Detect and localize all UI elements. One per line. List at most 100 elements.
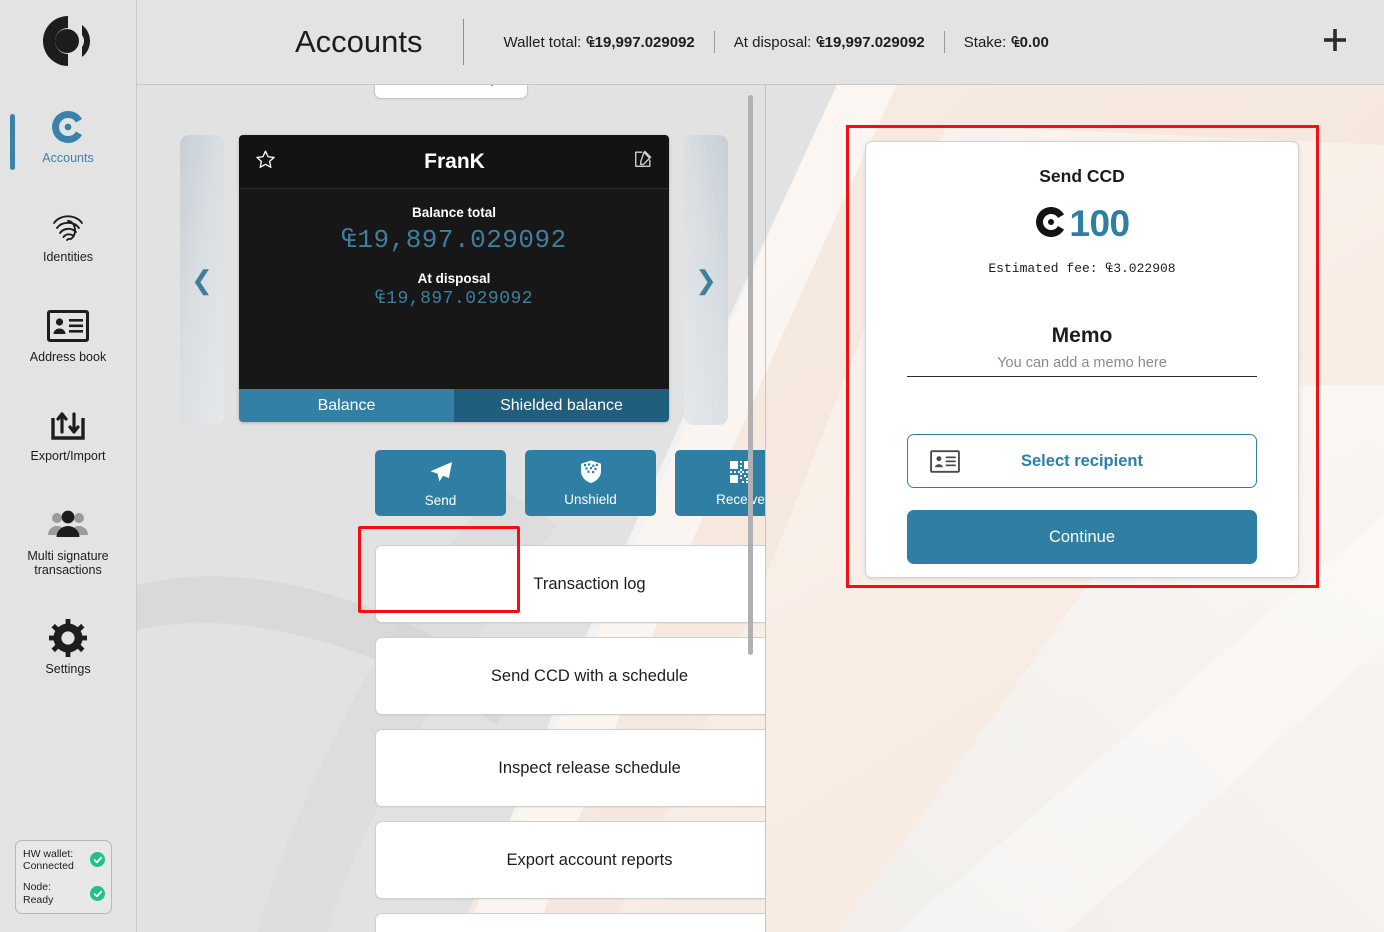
account-options-list: Transaction log Send CCD with a schedule… — [375, 545, 765, 932]
balance-tabs: Balance Shielded balance — [239, 389, 669, 422]
sidebar-item-export-import[interactable]: Export/Import — [0, 398, 136, 469]
sidebar-item-label: Export/Import — [30, 449, 106, 464]
export-account-reports-button[interactable]: Export account reports — [375, 821, 765, 899]
account-pane-scrollbar[interactable] — [748, 95, 753, 655]
unshield-button[interactable]: Unshield — [525, 450, 656, 516]
accounts-c-icon — [48, 106, 88, 148]
people-group-icon — [46, 504, 90, 546]
main-area: Accounts Wallet total: ₠19,997.029092 At… — [137, 0, 1384, 932]
fingerprint-icon — [49, 205, 87, 247]
at-disposal-label: At disposal — [417, 271, 491, 286]
account-list-label: Account list — [397, 85, 471, 89]
account-carousel: ❮ FranK Balance total ₠19,897.029092 At … — [137, 135, 765, 425]
at-disposal-value: ₠19,897.029092 — [374, 289, 534, 309]
app-root: Accounts Identities Address book Export/… — [0, 0, 1384, 932]
stat-divider — [943, 31, 945, 53]
node-status-row: Node: Ready — [23, 881, 105, 906]
node-value: Ready — [23, 893, 54, 906]
header-stats: Wallet total: ₠19,997.029092 At disposal… — [504, 31, 1049, 53]
sidebar-item-identities[interactable]: Identities — [0, 199, 136, 270]
paper-plane-icon — [428, 459, 454, 490]
address-card-icon — [930, 449, 960, 473]
sidebar-item-accounts[interactable]: Accounts — [0, 100, 136, 171]
account-card[interactable]: FranK Balance total ₠19,897.029092 At di… — [239, 135, 669, 422]
sidebar-item-label: Accounts — [42, 151, 94, 165]
edit-pencil-square-icon[interactable] — [633, 149, 653, 174]
sidebar: Accounts Identities Address book Export/… — [0, 0, 137, 932]
account-card-body: Balance total ₠19,897.029092 At disposal… — [239, 189, 669, 389]
continue-button-label: Continue — [1048, 527, 1116, 546]
select-recipient-label: Select recipient — [1021, 451, 1143, 470]
inspect-release-schedule-button[interactable]: Inspect release schedule — [375, 729, 765, 807]
swap-arrows-icon — [486, 85, 505, 91]
send-amount-value: 100 — [1069, 203, 1130, 244]
send-ccd-card: Send CCD 100 Estimated fee: ₠3.022908 Me… — [865, 141, 1299, 578]
continue-button[interactable]: Continue — [907, 510, 1257, 564]
header-divider — [462, 19, 464, 65]
account-name: FranK — [424, 149, 485, 173]
select-recipient-button[interactable]: Select recipient — [907, 434, 1257, 488]
list-item[interactable] — [375, 913, 765, 932]
star-outline-icon[interactable] — [255, 149, 276, 175]
send-ccd-with-schedule-button[interactable]: Send CCD with a schedule — [375, 637, 765, 715]
send-amount[interactable]: 100 — [1034, 203, 1130, 245]
send-pane: Send CCD 100 Estimated fee: ₠3.022908 Me… — [766, 85, 1384, 932]
send-ccd-title: Send CCD — [1039, 166, 1125, 186]
sidebar-item-label: Address book — [29, 349, 107, 364]
chevron-left-icon: ❮ — [191, 265, 213, 295]
check-circle-icon — [90, 852, 105, 868]
account-card-header: FranK — [239, 135, 669, 189]
unshield-button-label: Unshield — [564, 492, 617, 507]
previous-account-button[interactable]: ❮ — [180, 135, 224, 425]
ccd-symbol-icon — [1034, 204, 1068, 245]
receive-button-label: Receive — [716, 491, 765, 507]
gear-icon — [48, 617, 88, 659]
stat-wallet-total: Wallet total: ₠19,997.029092 — [504, 34, 695, 51]
hw-wallet-status-row: HW wallet: Connected — [23, 848, 105, 873]
sidebar-item-multi-signature-transactions[interactable]: Multi signature transactions — [0, 498, 136, 584]
send-button[interactable]: Send — [375, 450, 506, 516]
estimated-fee: Estimated fee: ₠3.022908 — [988, 261, 1176, 276]
address-card-icon — [47, 305, 89, 347]
check-circle-icon — [90, 886, 105, 902]
memo-input[interactable]: You can add a memo here — [907, 355, 1257, 377]
send-button-label: Send — [424, 492, 457, 508]
connection-status-badge: HW wallet: Connected Node: Ready — [15, 839, 112, 914]
account-list-toggle[interactable]: Account list — [374, 85, 528, 99]
stat-label: At disposal: — [733, 33, 812, 51]
next-account-button[interactable]: ❯ — [684, 135, 728, 425]
chevron-right-icon: ❯ — [695, 265, 717, 295]
sidebar-item-label: Identities — [42, 250, 94, 265]
hw-wallet-label: HW wallet: — [23, 847, 74, 860]
tab-balance[interactable]: Balance — [239, 389, 454, 422]
header-bar: Accounts Wallet total: ₠19,997.029092 At… — [137, 0, 1384, 85]
import-export-arrows-icon — [48, 404, 88, 446]
add-account-button[interactable] — [1317, 24, 1353, 60]
memo-label: Memo — [1051, 324, 1113, 347]
stat-label: Wallet total: — [503, 33, 582, 51]
stat-label: Stake: — [963, 33, 1007, 51]
balance-total-label: Balance total — [411, 205, 497, 220]
stat-at-disposal: At disposal: ₠19,997.029092 — [734, 34, 925, 51]
transaction-log-button[interactable]: Transaction log — [375, 545, 765, 623]
stat-value: ₠0.00 — [1011, 33, 1049, 51]
sidebar-item-label: Settings — [45, 662, 91, 677]
stat-value: ₠19,997.029092 — [586, 33, 695, 51]
node-label: Node: — [23, 881, 52, 894]
stat-stake: Stake: ₠0.00 — [964, 34, 1049, 51]
shield-download-icon — [579, 459, 603, 489]
hw-wallet-value: Connected — [23, 859, 74, 872]
account-actions: Send Unshield Receive — [375, 450, 765, 516]
plus-icon — [1322, 27, 1348, 58]
concordium-logo-icon — [37, 13, 99, 74]
app-logo — [0, 0, 136, 86]
tab-shielded-balance[interactable]: Shielded balance — [454, 389, 669, 422]
sidebar-item-label: Multi signature transactions — [27, 548, 109, 577]
stat-value: ₠19,997.029092 — [816, 33, 925, 51]
account-pane: Account list ❮ — [137, 85, 766, 932]
page-title: Accounts — [295, 24, 423, 59]
sidebar-item-address-book[interactable]: Address book — [0, 299, 136, 370]
sidebar-item-settings[interactable]: Settings — [0, 611, 136, 682]
stat-divider — [713, 31, 715, 53]
balance-total-value: ₠19,897.029092 — [341, 225, 567, 255]
